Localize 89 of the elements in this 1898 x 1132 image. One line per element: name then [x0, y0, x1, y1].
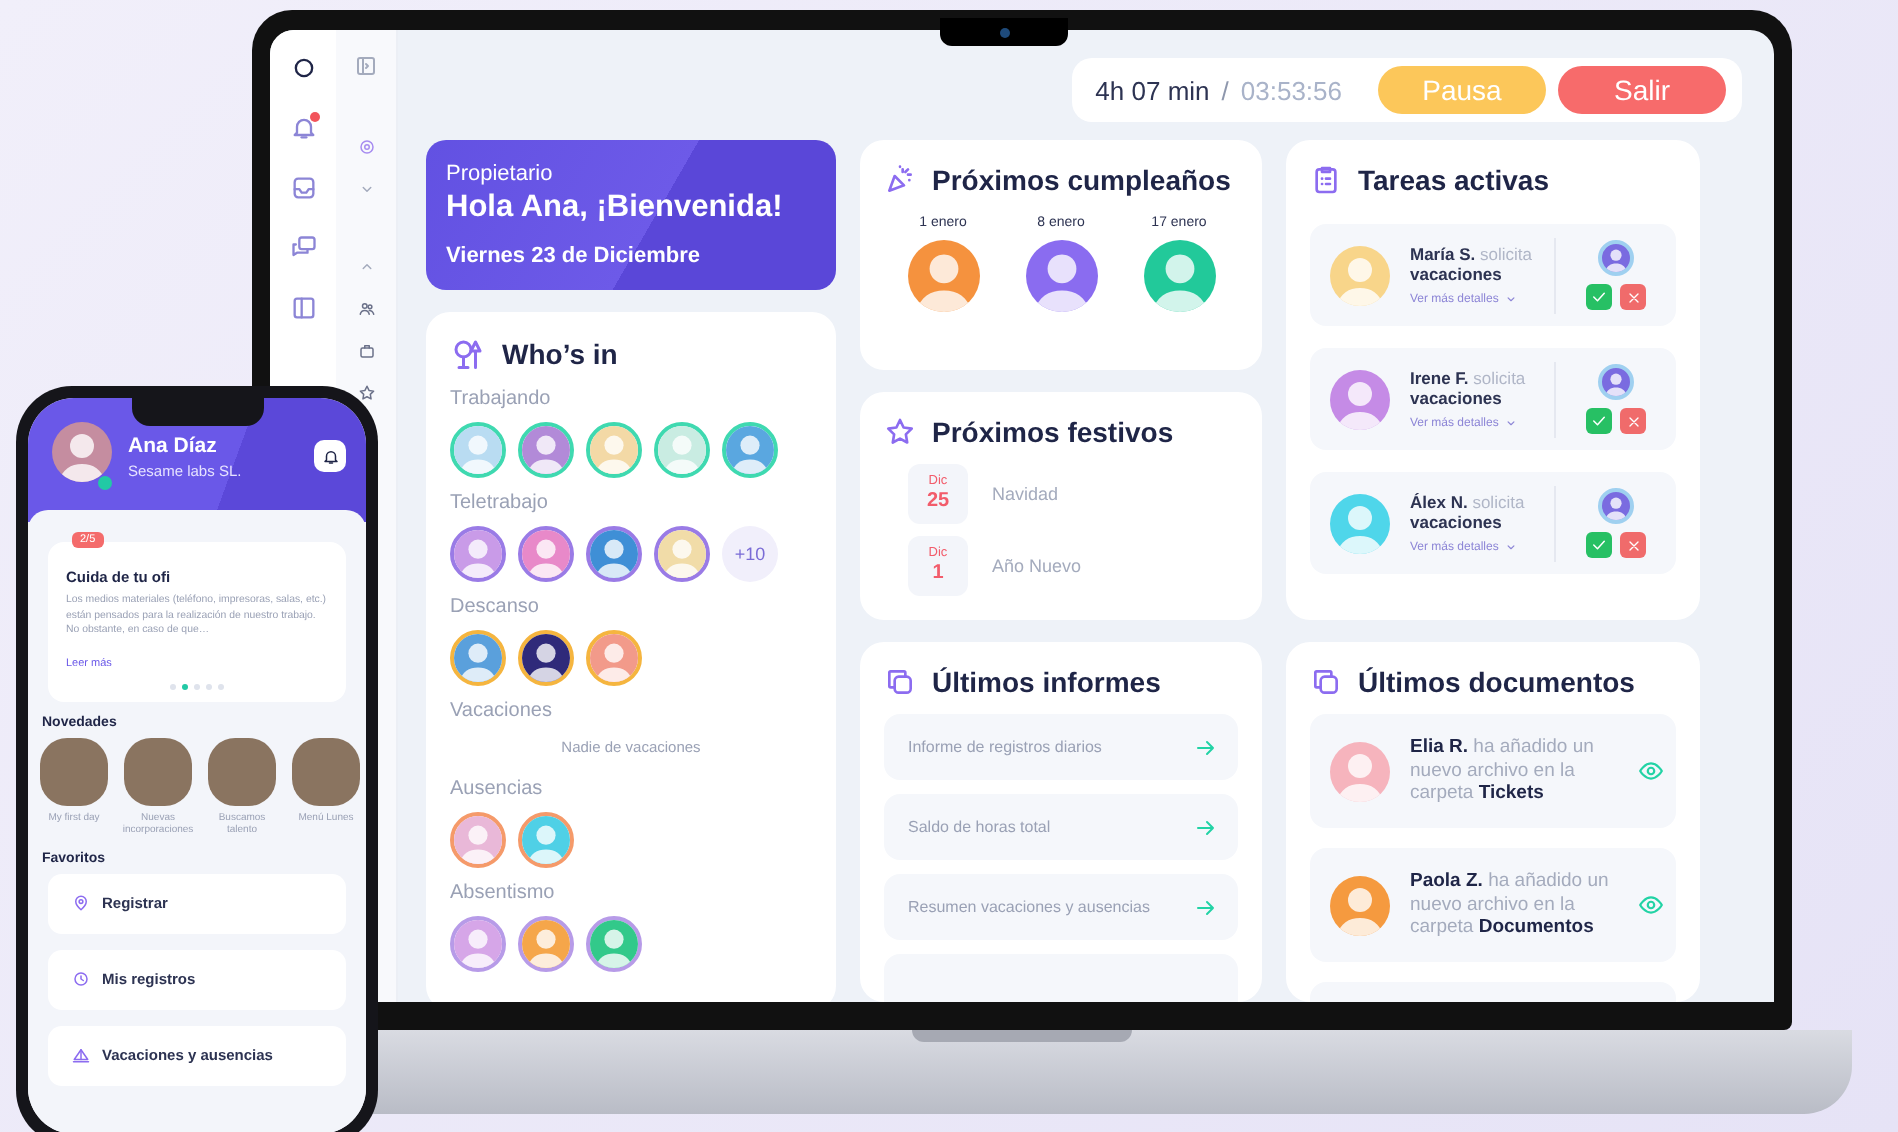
- group-label: Descanso: [450, 596, 541, 618]
- bell-icon: [321, 447, 339, 465]
- request-text: María S. solicita vacaciones: [1410, 244, 1534, 284]
- approver-avatar: [1598, 364, 1634, 400]
- check-icon: [1590, 536, 1608, 554]
- reject-button[interactable]: [1620, 532, 1646, 558]
- camera-icon: [999, 27, 1009, 37]
- arrow-right-icon: [1194, 815, 1218, 839]
- check-icon: [1590, 412, 1608, 430]
- chevron-down-icon: [1504, 540, 1519, 554]
- greeting: Hola Ana, ¡Bienvenida!: [446, 190, 785, 226]
- card-title: Próximos festivos: [932, 416, 1174, 448]
- card-title: Próximos cumpleaños: [932, 164, 1231, 196]
- photo-placeholder[interactable]: [124, 737, 192, 806]
- trees-icon: [450, 336, 486, 372]
- holiday-name: Año Nuevo: [992, 556, 1082, 576]
- party-popper-icon: [884, 164, 916, 196]
- arrow-right-icon: [1194, 895, 1218, 919]
- phone-notch: [131, 398, 263, 426]
- approver-avatar: [1598, 240, 1634, 276]
- separator: /: [1221, 75, 1229, 105]
- panel-toggle-icon: [354, 54, 378, 78]
- worked-time: 4h 07 min: [1095, 75, 1210, 105]
- people-icon: [357, 300, 375, 318]
- pager-dot[interactable]: [182, 683, 188, 690]
- chevron-down-icon: [1504, 416, 1519, 430]
- report-link[interactable]: Saldo de horas total: [884, 794, 1238, 860]
- current-date: Viernes 23 de Diciembre: [446, 244, 702, 268]
- document-activity-text: Elia R. ha añadido un nuevo archivo en la carpeta Tickets: [1410, 735, 1596, 807]
- check-icon: [1590, 288, 1608, 306]
- holiday-name: Navidad: [992, 484, 1059, 504]
- chat-icon: [289, 234, 317, 262]
- card-title: Últimos documentos: [1358, 666, 1635, 698]
- report-link[interactable]: Informe de registros diarios: [884, 714, 1238, 780]
- approver-avatar: [1598, 488, 1634, 524]
- photo-placeholder[interactable]: [208, 737, 276, 806]
- briefcase-icon: [357, 342, 375, 360]
- reject-button[interactable]: [1620, 284, 1646, 310]
- timer: 03:53:56: [1240, 75, 1342, 105]
- card-title: Tareas activas: [1358, 164, 1549, 196]
- star-icon: [357, 384, 375, 402]
- more-count-badge: +10: [722, 526, 778, 582]
- user-role: Propietario: [446, 162, 555, 186]
- location-pin-icon: [72, 894, 90, 913]
- pager-dot[interactable]: [194, 683, 200, 690]
- bell-icon: [289, 114, 317, 142]
- inbox-icon: [289, 174, 317, 202]
- copy-icon: [1310, 666, 1342, 698]
- copy-icon: [884, 666, 916, 698]
- group-label: Trabajando: [450, 388, 553, 410]
- arrow-right-icon: [1194, 735, 1218, 759]
- group-label: Vacaciones: [450, 700, 554, 722]
- clock-icon: [72, 970, 90, 989]
- group-label: Ausencias: [450, 778, 545, 800]
- report-link[interactable]: Resumen vacaciones y ausencias: [884, 874, 1238, 940]
- notification-dot-icon: [309, 112, 319, 122]
- request-text: Álex N. solicita vacaciones: [1410, 492, 1527, 532]
- clipboard-icon: [1310, 164, 1342, 196]
- pager-dot[interactable]: [170, 683, 176, 690]
- close-icon: [1625, 537, 1641, 553]
- card-title: Últimos informes: [932, 666, 1161, 698]
- document-activity-text: Paola Z. ha añadido un nuevo archivo en la carpeta Documentos: [1410, 869, 1611, 941]
- star-icon: [884, 416, 916, 448]
- pager-dot[interactable]: [218, 683, 224, 690]
- group-label: Teletrabajo: [450, 492, 550, 514]
- chevron-down-icon: [1504, 292, 1519, 306]
- online-status-icon: [98, 475, 112, 489]
- notifications-button[interactable]: [314, 440, 346, 472]
- approve-button[interactable]: [1586, 284, 1612, 310]
- user-avatar: [52, 421, 112, 481]
- group-label: Absentismo: [450, 882, 557, 904]
- approve-button[interactable]: [1586, 408, 1612, 434]
- user-name: Ana Díaz: [128, 433, 219, 457]
- card-title: Who’s in: [502, 338, 618, 370]
- photo-placeholder[interactable]: [40, 737, 108, 806]
- logo-icon: [289, 54, 317, 82]
- reject-button[interactable]: [1620, 408, 1646, 434]
- eye-icon: [1638, 758, 1664, 784]
- sidebar-icon: [289, 294, 317, 322]
- close-icon: [1625, 289, 1641, 305]
- eye-icon: [1638, 892, 1664, 918]
- request-text: Irene F. solicita vacaciones: [1410, 368, 1528, 408]
- photo-placeholder[interactable]: [292, 737, 360, 806]
- umbrella-icon: [72, 1046, 90, 1065]
- target-icon: [357, 138, 375, 156]
- exit-button[interactable]: Salir: [1558, 66, 1726, 114]
- close-icon: [1625, 413, 1641, 429]
- pager-dot[interactable]: [206, 683, 212, 690]
- approve-button[interactable]: [1586, 532, 1612, 558]
